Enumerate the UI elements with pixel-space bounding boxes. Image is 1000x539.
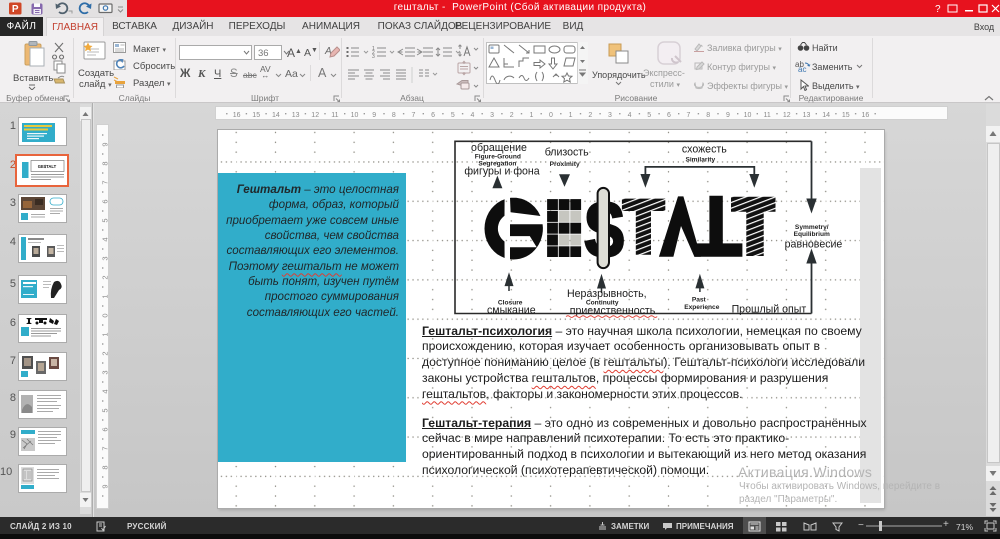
- svg-text:7: 7: [412, 112, 416, 119]
- svg-text:16: 16: [862, 112, 870, 119]
- svg-text:6: 6: [667, 112, 671, 119]
- svg-text:6: 6: [100, 199, 109, 203]
- svg-text:фигуры и фона: фигуры и фона: [464, 166, 539, 178]
- svg-text:9: 9: [372, 112, 376, 119]
- svg-text:смыкание: смыкание: [487, 305, 536, 317]
- svg-text:3: 3: [100, 370, 109, 374]
- svg-text:схожесть: схожесть: [682, 144, 727, 156]
- svg-text:GE$TALT: GE$TALT: [37, 164, 56, 169]
- svg-text:9: 9: [100, 484, 109, 488]
- svg-text:Symmetry/: Symmetry/: [795, 224, 829, 231]
- svg-text:14: 14: [822, 112, 830, 119]
- svg-text:1: 1: [100, 294, 109, 298]
- svg-text:2: 2: [100, 351, 109, 355]
- svg-text:15: 15: [842, 112, 850, 119]
- svg-text:Past: Past: [692, 297, 707, 304]
- svg-text:9: 9: [726, 112, 730, 119]
- svg-text:близость: близость: [545, 147, 589, 159]
- svg-text:Прошлый опыт: Прошлый опыт: [732, 304, 807, 316]
- svg-text:ac: ac: [798, 65, 806, 72]
- svg-text:5: 5: [100, 408, 109, 412]
- svg-text:Experience: Experience: [684, 304, 720, 311]
- svg-text:7: 7: [687, 112, 691, 119]
- svg-text:4: 4: [100, 389, 109, 393]
- svg-text:1: 1: [100, 332, 109, 336]
- svg-text:0: 0: [100, 313, 109, 317]
- svg-text:5: 5: [647, 112, 651, 119]
- svg-text:3: 3: [372, 54, 375, 60]
- svg-text:Similarity: Similarity: [685, 157, 715, 164]
- svg-text:1: 1: [529, 112, 533, 119]
- svg-text:5: 5: [451, 112, 455, 119]
- svg-text:7: 7: [100, 446, 109, 450]
- svg-text:равновесие: равновесие: [785, 238, 843, 250]
- svg-text:4: 4: [470, 112, 474, 119]
- svg-text:2: 2: [100, 275, 109, 279]
- svg-text:2: 2: [510, 112, 514, 119]
- svg-text:10: 10: [744, 112, 752, 119]
- svg-text:6: 6: [100, 427, 109, 431]
- svg-text:10: 10: [351, 112, 359, 119]
- svg-text:Figure-Ground: Figure-Ground: [475, 154, 521, 161]
- svg-text:13: 13: [803, 112, 811, 119]
- svg-text:12: 12: [311, 112, 319, 119]
- svg-text:12: 12: [783, 112, 791, 119]
- svg-text:8: 8: [100, 161, 109, 165]
- svg-text:11: 11: [763, 112, 770, 119]
- svg-text:7: 7: [100, 180, 109, 184]
- svg-text:6: 6: [431, 112, 435, 119]
- svg-text:Неразрывность,: Неразрывность,: [567, 288, 647, 300]
- svg-text:4: 4: [100, 237, 109, 241]
- svg-text:8: 8: [392, 112, 396, 119]
- svg-text:4: 4: [628, 112, 632, 119]
- svg-text:8: 8: [706, 112, 710, 119]
- svg-text:5: 5: [100, 218, 109, 222]
- svg-text:2: 2: [588, 112, 592, 119]
- svg-text:Equilibrium: Equilibrium: [794, 231, 830, 238]
- svg-text:13: 13: [292, 112, 300, 119]
- svg-text:16: 16: [233, 112, 241, 119]
- svg-text:3: 3: [608, 112, 612, 119]
- svg-text:обращение: обращение: [471, 142, 527, 154]
- svg-text:0: 0: [549, 112, 553, 119]
- svg-text:3: 3: [100, 256, 109, 260]
- svg-text:9: 9: [100, 142, 109, 146]
- svg-text:3: 3: [490, 112, 494, 119]
- svg-text:1: 1: [569, 112, 573, 119]
- svg-text:P: P: [12, 4, 19, 15]
- svg-text:8: 8: [100, 465, 109, 469]
- svg-text:Proximity: Proximity: [550, 161, 580, 168]
- svg-text:11: 11: [331, 112, 338, 119]
- svg-text:15: 15: [252, 112, 260, 119]
- svg-text:?: ?: [935, 4, 941, 15]
- svg-text:14: 14: [272, 112, 280, 119]
